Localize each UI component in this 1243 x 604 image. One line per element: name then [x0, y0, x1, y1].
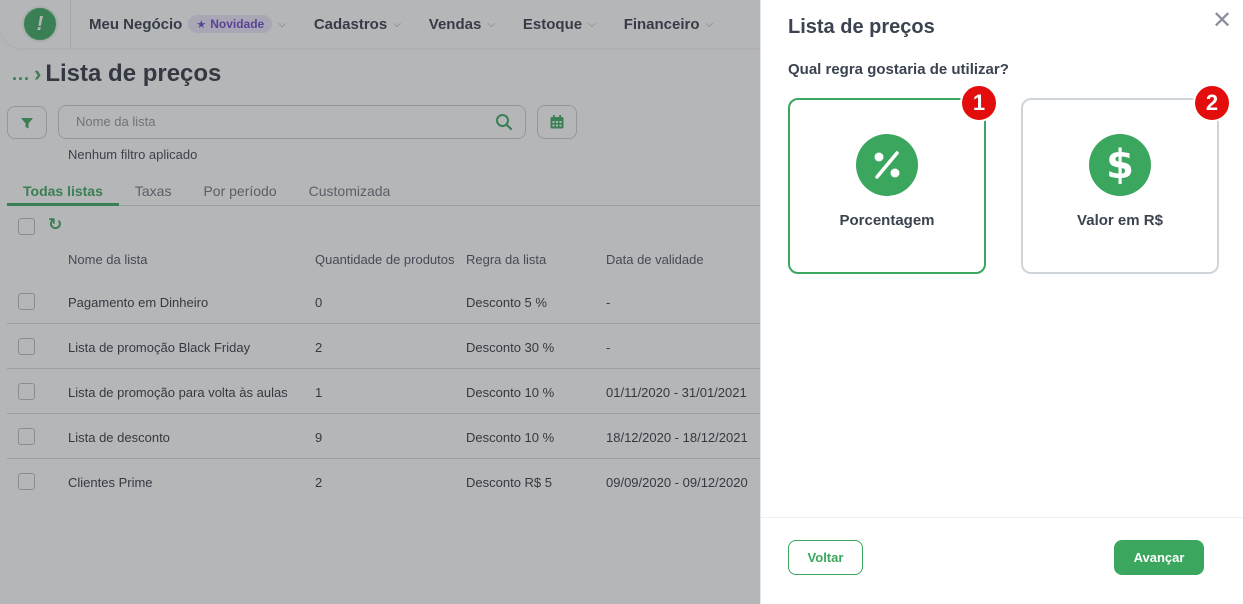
- step-number-badge: 2: [1193, 84, 1231, 122]
- price-list-rule-panel: Lista de preços ✕ Qual regra gostaria de…: [760, 0, 1243, 604]
- rule-question: Qual regra gostaria de utilizar?: [788, 61, 1009, 78]
- next-button[interactable]: Avançar: [1114, 540, 1204, 575]
- option-porcentagem[interactable]: Porcentagem 1: [788, 84, 998, 274]
- back-button[interactable]: Voltar: [788, 540, 863, 575]
- option-valor-em-reais[interactable]: $ Valor em R$ 2: [1021, 84, 1231, 274]
- close-icon[interactable]: ✕: [1211, 9, 1233, 33]
- step-number-badge: 1: [960, 84, 998, 122]
- option-label: Valor em R$: [1077, 212, 1163, 229]
- modal-backdrop[interactable]: [0, 0, 760, 604]
- dollar-icon: $: [1089, 134, 1151, 196]
- option-label: Porcentagem: [839, 212, 935, 229]
- divider: [761, 517, 1243, 518]
- panel-title: Lista de preços: [788, 16, 935, 38]
- percent-icon: [856, 134, 918, 196]
- price-list-page: ! Meu Negócio ★ Novidade ⌵ Cadastros ⌵ Ve…: [0, 0, 760, 604]
